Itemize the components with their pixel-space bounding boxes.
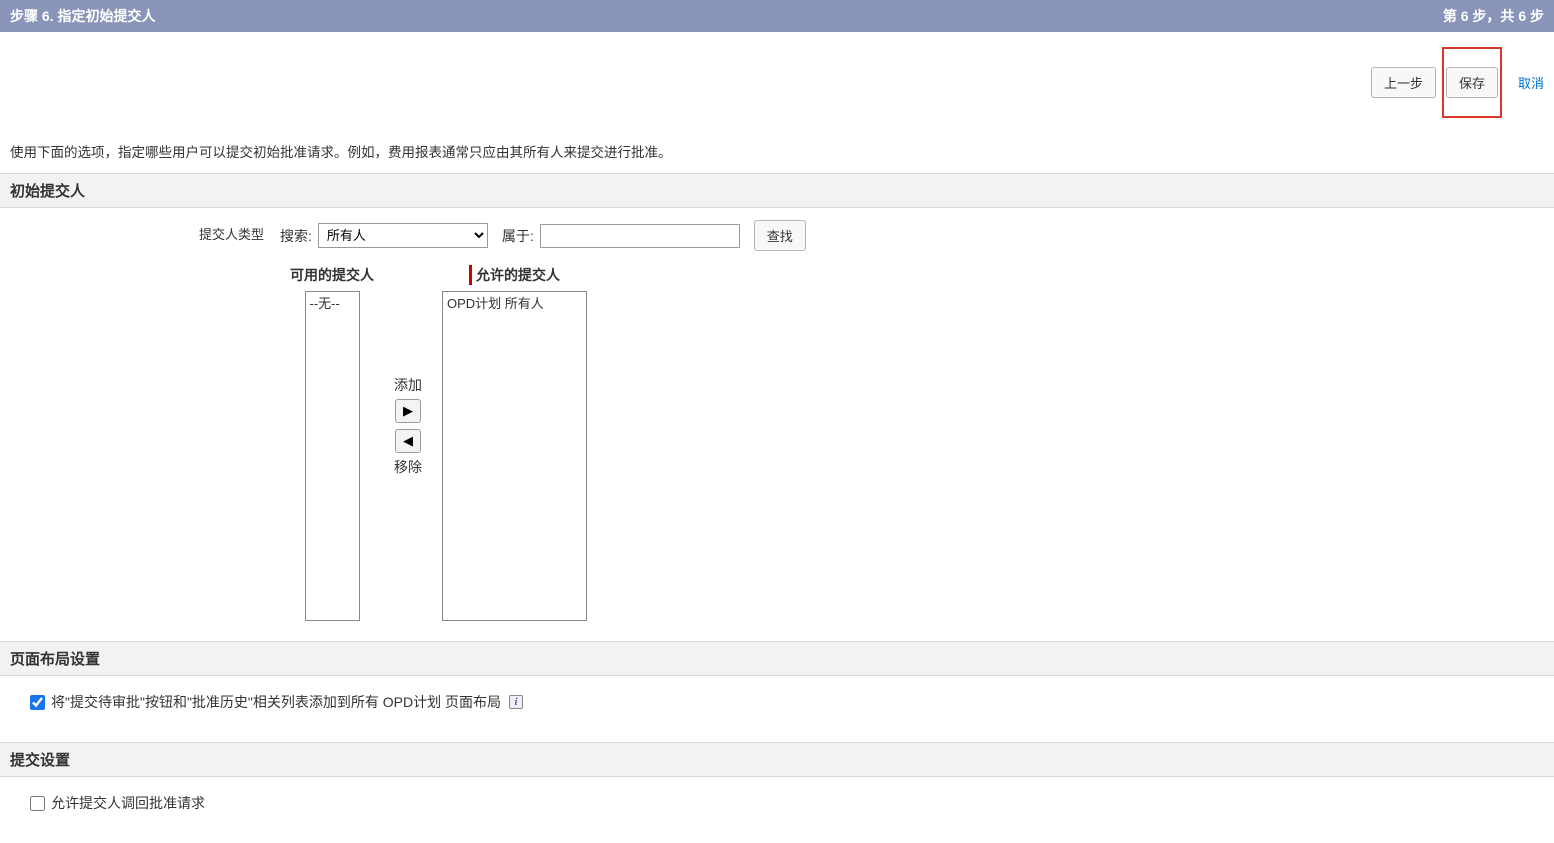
allowed-listbox[interactable]: OPD计划 所有人 [442, 291, 587, 621]
remove-label: 移除 [394, 457, 422, 477]
available-column: 可用的提交人 --无-- [290, 265, 374, 621]
available-listbox[interactable]: --无-- [305, 291, 360, 621]
cancel-link[interactable]: 取消 [1518, 73, 1544, 92]
available-header: 可用的提交人 [290, 265, 374, 285]
section-initial-submitter: 初始提交人 [0, 173, 1554, 208]
save-highlight-box: 保存 [1442, 47, 1502, 118]
allowed-column: 允许的提交人 OPD计划 所有人 [442, 265, 587, 621]
action-bar: 上一步 保存 取消 [0, 32, 1554, 133]
search-controls: 搜索: 所有人 属于: 查找 [280, 220, 806, 251]
recall-checkbox-label: 允许提交人调回批准请求 [51, 793, 205, 813]
list-item[interactable]: OPD计划 所有人 [443, 292, 586, 313]
section-submit-settings: 提交设置 [0, 742, 1554, 777]
step-title: 步骤 6. 指定初始提交人 [10, 6, 155, 26]
previous-button[interactable]: 上一步 [1371, 67, 1436, 98]
search-label: 搜索: [280, 226, 312, 246]
arrow-right-icon: ▶ [403, 403, 413, 419]
submitter-type-label: 提交人类型 [10, 220, 280, 243]
submit-settings-checkbox-row: 允许提交人调回批准请求 [0, 777, 1554, 843]
recall-checkbox[interactable] [30, 796, 45, 811]
step-header-bar: 步骤 6. 指定初始提交人 第 6 步，共 6 步 [0, 0, 1554, 32]
list-item[interactable]: --无-- [306, 292, 359, 313]
remove-button[interactable]: ◀ [395, 429, 421, 453]
page-layout-checkbox-row: 将"提交待审批"按钮和"批准历史"相关列表添加到所有 OPD计划 页面布局 i [0, 676, 1554, 742]
transfer-controls: 添加 ▶ ◀ 移除 [374, 375, 442, 477]
search-select[interactable]: 所有人 [318, 223, 488, 248]
save-button[interactable]: 保存 [1446, 67, 1498, 98]
page-layout-checkbox-label: 将"提交待审批"按钮和"批准历史"相关列表添加到所有 OPD计划 页面布局 [51, 692, 501, 712]
arrow-left-icon: ◀ [403, 433, 413, 449]
add-label: 添加 [394, 375, 422, 395]
belongs-label: 属于: [502, 226, 534, 246]
find-button[interactable]: 查找 [754, 220, 806, 251]
step-indicator: 第 6 步，共 6 步 [1443, 6, 1544, 26]
page-description: 使用下面的选项，指定哪些用户可以提交初始批准请求。例如，费用报表通常只应由其所有… [0, 133, 1554, 173]
section-page-layout: 页面布局设置 [0, 641, 1554, 676]
duellist-container: 可用的提交人 --无-- 添加 ▶ ◀ 移除 允许的提交人 OPD计划 所有人 [0, 251, 1554, 641]
info-icon[interactable]: i [509, 695, 523, 709]
belongs-input[interactable] [540, 224, 740, 248]
submitter-type-row: 提交人类型 搜索: 所有人 属于: 查找 [0, 208, 1554, 251]
add-button[interactable]: ▶ [395, 399, 421, 423]
allowed-header: 允许的提交人 [469, 265, 560, 285]
page-layout-checkbox[interactable] [30, 695, 45, 710]
